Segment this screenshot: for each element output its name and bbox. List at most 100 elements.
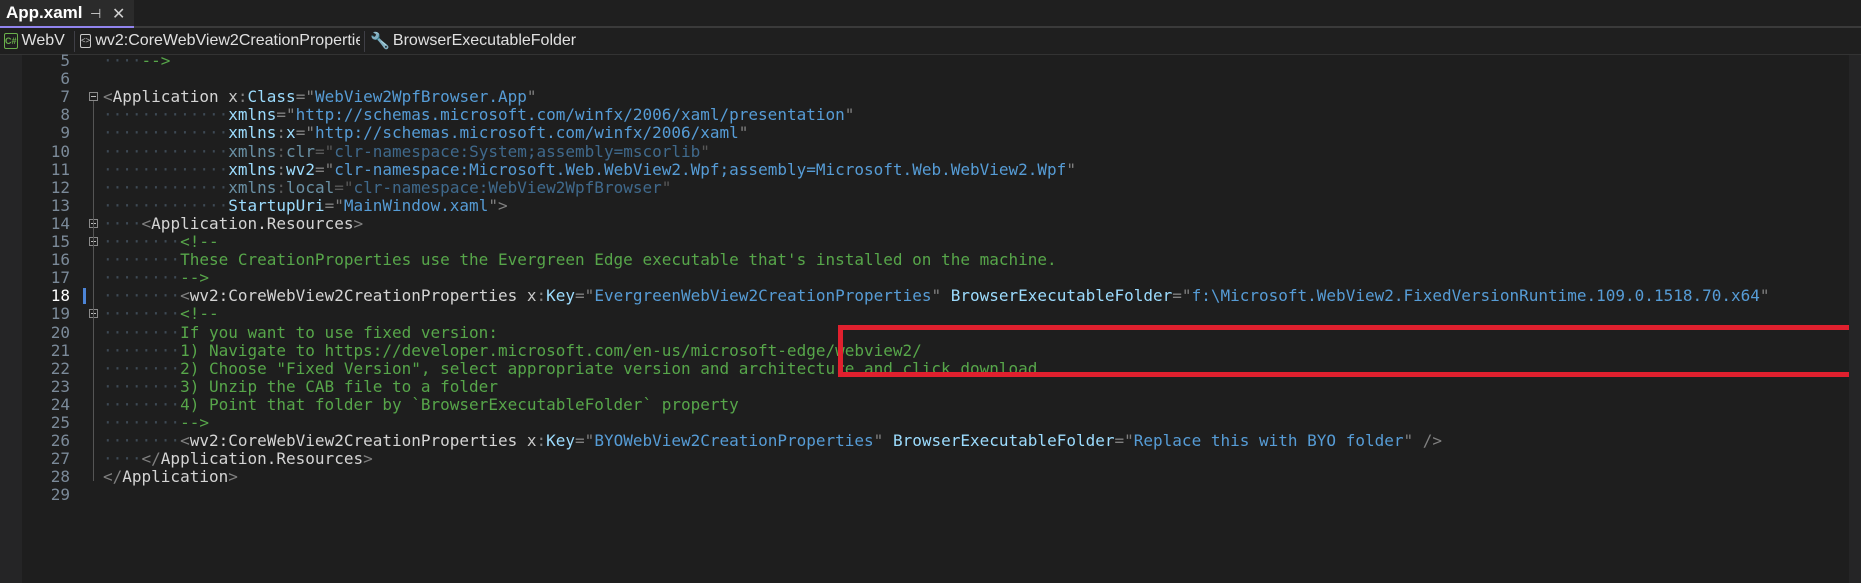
code-line[interactable]: 22 ········2) Choose "Fixed Version", sel…: [0, 358, 1861, 378]
code-line[interactable]: 26 ········<wv2:CoreWebView2CreationPrope…: [0, 431, 1861, 451]
code-token: ": [844, 105, 855, 125]
code-token: :: [276, 123, 287, 143]
code-token: local: [286, 177, 335, 197]
code-line[interactable]: 7 <Application x:Class="WebView2WpfBrowse…: [0, 88, 1861, 106]
code-token: wv2:CoreWebView2CreationProperties: [189, 431, 527, 451]
project-dropdown[interactable]: C# WebV ▼: [4, 30, 70, 52]
code-token: >: [363, 449, 373, 469]
line-code: ····<Application.Resources>: [103, 213, 363, 233]
code-token: Application: [112, 87, 229, 107]
line-number: 27: [50, 449, 70, 469]
code-token: 3) Unzip the CAB file to a folder: [180, 376, 498, 396]
code-token: =": [314, 159, 335, 179]
code-token: 4) Point that folder by `BrowserExecutab…: [180, 394, 739, 414]
code-token: ": [931, 286, 951, 306]
line-code: ········<wv2:CoreWebView2CreationPropert…: [103, 432, 1442, 450]
code-token: clr-namespace:System;assembly=mscorlib: [334, 141, 701, 161]
line-number: 24: [50, 394, 70, 414]
line-code: ········<!--: [103, 232, 219, 251]
code-line[interactable]: 14 ····<Application.Resources>: [0, 213, 1861, 233]
code-token: WebView2WpfBrowser.App: [314, 87, 527, 107]
line-code: ········-->: [103, 413, 209, 432]
code-token: :: [536, 286, 547, 306]
code-line[interactable]: 17 ········-->: [0, 269, 1861, 287]
code-line[interactable]: 11 ·············xmlns:wv2="clr-namespace:…: [0, 159, 1861, 179]
code-token: EvergreenWebView2CreationProperties: [594, 286, 932, 306]
code-token: Application.Resources: [160, 449, 364, 469]
line-code: ········If you want to use fixed version…: [103, 323, 498, 342]
line-code: </Application>: [103, 468, 238, 486]
code-token: xmlns: [228, 123, 277, 143]
code-line[interactable]: 15 ········<!--: [0, 232, 1861, 251]
code-token: 2) Choose "Fixed Version", select approp…: [180, 358, 1038, 378]
code-token: f:\Microsoft.WebView2.FixedVersionRuntim…: [1191, 286, 1760, 306]
element-dropdown[interactable]: <> wv2:CoreWebView2CreationProperties ( …: [80, 30, 360, 52]
line-number: 10: [50, 141, 70, 161]
code-token: :: [237, 87, 248, 107]
code-token: <!--: [180, 304, 219, 324]
code-line[interactable]: 9 ·············xmlns:x="http://schemas.mi…: [0, 124, 1861, 142]
tab-app-xaml[interactable]: App.xaml ⊣ ✕: [0, 0, 134, 28]
code-token: =": [276, 105, 296, 125]
line-code: ········<!--: [103, 305, 219, 323]
indent-whitespace: ········: [103, 232, 181, 251]
line-code: ········-->: [103, 269, 209, 287]
code-token: :: [276, 141, 287, 161]
line-code: ····-->: [103, 51, 171, 70]
line-code: ····</Application.Resources>: [103, 450, 373, 468]
close-icon[interactable]: ✕: [112, 4, 125, 24]
code-line[interactable]: 23 ········3) Unzip the CAB file to a fol…: [0, 376, 1861, 396]
line-number: 26: [50, 431, 70, 451]
code-token: wv2:CoreWebView2CreationProperties: [189, 286, 527, 306]
code-token: These CreationProperties use the Evergre…: [180, 250, 1057, 270]
line-number: 8: [60, 105, 70, 125]
code-token: </: [141, 449, 161, 469]
line-number: 19: [50, 304, 70, 324]
code-token: http://schemas.microsoft.com/winfx/2006/…: [314, 123, 739, 143]
code-line[interactable]: 24 ········4) Point that folder by `Brows…: [0, 394, 1861, 414]
code-token: BrowserExecutableFolder: [950, 286, 1173, 306]
code-token: :: [536, 431, 547, 451]
code-line[interactable]: 28 </Application>: [0, 468, 1861, 486]
code-line[interactable]: 29: [0, 486, 1861, 504]
line-number: 17: [50, 268, 70, 288]
code-token: BYOWebView2CreationProperties: [594, 431, 874, 451]
code-line[interactable]: 19 ········<!--: [0, 305, 1861, 323]
code-token: -->: [141, 51, 171, 70]
change-indicator: [83, 288, 86, 305]
code-token: 1) Navigate to https://developer.microso…: [180, 340, 922, 360]
code-line[interactable]: 12 ·············xmlns:local="clr-namespac…: [0, 177, 1861, 197]
vertical-scrollbar[interactable]: [1849, 55, 1861, 583]
property-dropdown-label: BrowserExecutableFolder: [392, 32, 577, 49]
code-token: x: [228, 87, 238, 107]
indent-whitespace: ········: [103, 376, 181, 396]
code-line[interactable]: 20 ········If you want to use fixed versi…: [0, 323, 1861, 342]
code-line[interactable]: 8 ·············xmlns="http://schemas.micr…: [0, 106, 1861, 124]
property-dropdown[interactable]: 🔧 BrowserExecutableFolder: [370, 30, 670, 52]
code-line[interactable]: 6: [0, 69, 1861, 88]
fold-toggle-icon[interactable]: [89, 92, 98, 102]
code-line[interactable]: 10 ·············xmlns:clr="clr-namespace:…: [0, 141, 1861, 161]
code-line[interactable]: 27 ····</Application.Resources>: [0, 450, 1861, 468]
line-code: ·············xmlns:clr="clr-namespace:Sy…: [103, 141, 710, 161]
code-editor[interactable]: 5 ····--> 6 7 <Application x:Class="WebView2…: [0, 51, 1861, 583]
indent-whitespace: ········: [103, 413, 181, 432]
indent-whitespace: ·············: [103, 195, 229, 215]
line-number: 11: [50, 159, 70, 179]
tab-title: App.xaml: [6, 3, 83, 22]
code-token: xmlns: [228, 141, 277, 161]
pin-icon[interactable]: ⊣: [90, 6, 101, 22]
line-code: ········2) Choose "Fixed Version", selec…: [103, 358, 1038, 378]
fold-guide: [93, 101, 94, 482]
code-token: Class: [247, 87, 296, 107]
line-code: ········3) Unzip the CAB file to a folde…: [103, 376, 498, 396]
code-line[interactable]: 21 ········1) Navigate to https://develop…: [0, 340, 1861, 360]
code-line[interactable]: 13 ·············StartupUri="MainWindow.xa…: [0, 195, 1861, 215]
code-line[interactable]: 18 ········<wv2:CoreWebView2CreationPrope…: [0, 287, 1861, 305]
code-token: =": [1172, 286, 1192, 306]
code-line[interactable]: 5 ····-->: [0, 51, 1861, 70]
indent-whitespace: ····: [103, 213, 142, 233]
code-line[interactable]: 25 ········-->: [0, 413, 1861, 432]
code-token: <: [180, 286, 190, 306]
code-line[interactable]: 16 ········These CreationProperties use t…: [0, 250, 1861, 270]
